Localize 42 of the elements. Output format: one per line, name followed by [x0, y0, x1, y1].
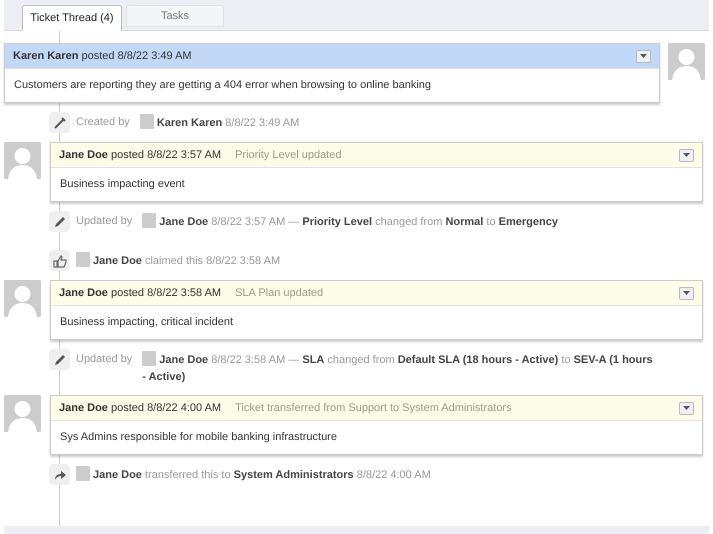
avatar-icon — [142, 213, 156, 228]
avatar-icon — [4, 280, 41, 317]
avatar-icon — [76, 252, 90, 267]
avatar-icon — [142, 351, 156, 366]
caret-icon — [683, 406, 690, 410]
event-label: Updated by — [76, 352, 132, 367]
event-text: Jane Doe 8/8/22 3:57 AM — Priority Level changed from Normal to Emergency — [142, 213, 558, 231]
avatar-icon — [4, 142, 41, 179]
event-label: Updated by — [76, 214, 132, 229]
avatar-icon — [140, 114, 154, 129]
message-author: Karen Karen posted 8/8/22 3:49 AM — [13, 50, 192, 62]
dropdown-button[interactable] — [679, 402, 694, 414]
message-body: Business impacting event — [59, 177, 186, 192]
dropdown-button[interactable] — [679, 148, 694, 162]
avatar-icon — [4, 395, 41, 432]
message-author: Jane Doe posted 8/8/22 3:57 AM — [59, 149, 222, 161]
message-note: Ticket transferred from Support to System Administrators — [235, 402, 513, 414]
message-body: Sys Admins responsible for mobile banking infrastructure — [59, 430, 338, 445]
message-note: Priority Level updated — [235, 149, 342, 161]
message-author: Jane Doe posted 8/8/22 4:00 AM — [59, 402, 222, 414]
event-text: Jane Doe 8/8/22 3:58 AM — SLA changed from Default SLA (18 hours - Active) to SEV-A (1 hours - Active) — [142, 351, 653, 386]
tab[interactable]: Tasks — [126, 5, 224, 27]
caret-icon — [640, 54, 647, 58]
message-note: SLA Plan updated — [235, 287, 324, 299]
pencil-icon — [49, 211, 70, 232]
dropdown-button[interactable] — [636, 50, 651, 62]
caret-icon — [683, 153, 690, 157]
event-text: Jane Doe claimed this 8/8/22 3:58 AM — [76, 252, 280, 270]
event-text: Jane Doe transferred this to System Administrators 8/8/22 4:00 AM — [76, 466, 431, 484]
avatar-icon — [668, 43, 705, 80]
hand-pointer-icon — [49, 250, 70, 271]
caret-icon — [683, 291, 690, 295]
event-label: Created by — [76, 115, 130, 130]
pencil-icon — [49, 349, 70, 370]
wand-icon — [49, 112, 70, 133]
tab[interactable]: Ticket Thread (4) — [22, 5, 122, 31]
message-author: Jane Doe posted 8/8/22 3:58 AM — [59, 287, 222, 299]
event-text: Karen Karen 8/8/22 3:49 AM — [140, 114, 300, 132]
avatar-icon — [76, 466, 90, 481]
dropdown-button[interactable] — [679, 286, 694, 300]
message-body: Business impacting, critical incident — [59, 315, 234, 330]
message-body: Customers are reporting they are getting a 404 error when browsing to online banking — [13, 78, 432, 93]
